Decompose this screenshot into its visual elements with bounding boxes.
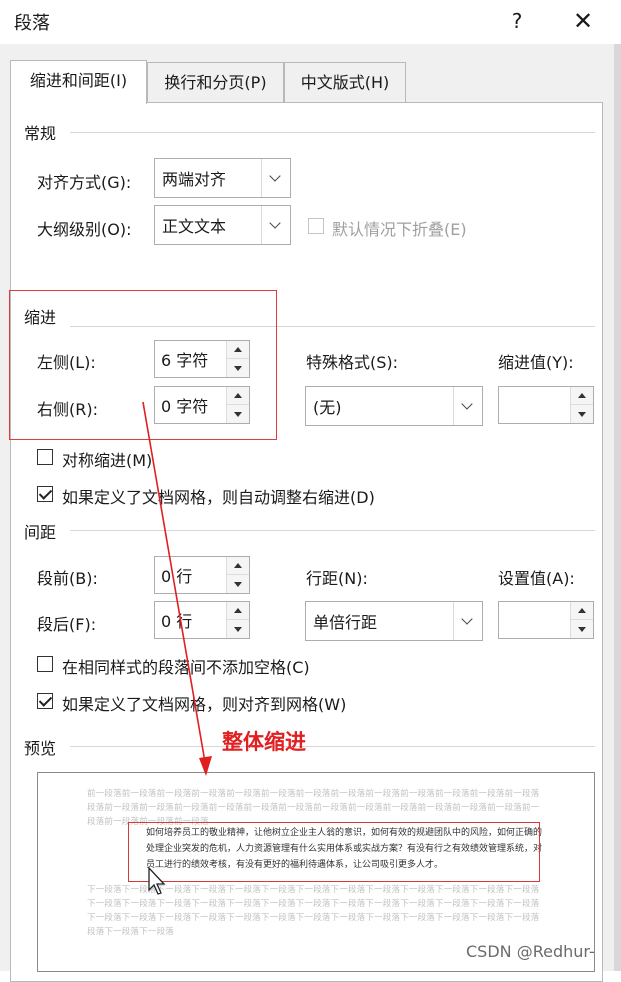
tab-indents-spacing[interactable]: 缩进和间距(I): [10, 60, 147, 104]
arrow-shaft: [142, 401, 207, 769]
mouse-cursor-icon: [148, 866, 166, 895]
annotation-label: 整体缩进: [222, 730, 306, 754]
watermark-text: CSDN @Redhur-: [466, 942, 595, 961]
arrow-head: [199, 756, 212, 776]
annotation-arrow: [142, 401, 212, 776]
